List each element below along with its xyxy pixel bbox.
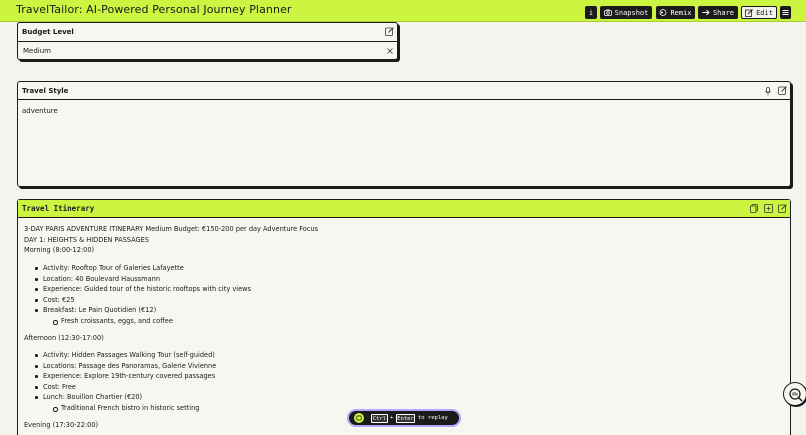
edit-icon[interactable] bbox=[778, 204, 787, 213]
list-item: Cost: Free bbox=[35, 383, 76, 391]
remix-label: Remix bbox=[670, 8, 692, 17]
itinerary-panel: Travel Itinerary 3-DAY PARIS ADVENTURE I… bbox=[17, 199, 791, 435]
list-item: Cost: €25 bbox=[35, 296, 75, 304]
list-item: Breakfast: Le Pain Quotidien (€12) bbox=[34, 306, 157, 314]
clear-icon[interactable] bbox=[387, 48, 393, 54]
share-button[interactable]: Share bbox=[698, 6, 738, 19]
edit-icon bbox=[745, 8, 753, 17]
menu-icon bbox=[782, 10, 789, 15]
edit-icon[interactable] bbox=[778, 86, 787, 95]
itinerary-header: Travel Itinerary bbox=[18, 200, 790, 218]
afternoon-label: Afternoon (12:30-17:00) bbox=[24, 334, 104, 342]
evening-label: Evening (17:30-22:00) bbox=[24, 421, 99, 429]
search-fab-icon bbox=[789, 388, 803, 402]
camera-icon bbox=[603, 9, 612, 16]
snapshot-button[interactable]: Snapshot bbox=[600, 6, 652, 19]
list-item: Experience: Guided tour of the historic … bbox=[35, 285, 251, 293]
share-arrow-icon bbox=[702, 9, 710, 16]
budget-panel: Budget Level Medium bbox=[17, 22, 398, 60]
sub-list-item: Traditional French bistro in historic se… bbox=[52, 404, 200, 412]
info-label: i bbox=[588, 8, 594, 17]
budget-header: Budget Level bbox=[18, 23, 397, 42]
list-item: Activity: Rooftop Tour of Galeries Lafay… bbox=[35, 264, 184, 272]
list-item: Location: 40 Boulevard Haussmann bbox=[34, 275, 161, 283]
travel-style-header: Travel Style bbox=[18, 82, 790, 100]
enter-key: Enter bbox=[396, 414, 415, 423]
itinerary-heading: 3-DAY PARIS ADVENTURE ITINERARY Medium B… bbox=[24, 225, 319, 233]
plus-sign: + bbox=[390, 415, 394, 421]
remix-icon bbox=[660, 9, 667, 16]
travel-style-title: Travel Style bbox=[22, 86, 69, 95]
replay-icon[interactable] bbox=[354, 413, 364, 423]
edit-icon[interactable] bbox=[385, 27, 394, 36]
sub-list-item: Fresh croissants, eggs, and coffee bbox=[53, 317, 173, 325]
travel-style-panel: Travel Style adventure bbox=[17, 81, 791, 187]
remix-button[interactable]: Remix bbox=[656, 6, 695, 19]
menu-button[interactable] bbox=[780, 6, 791, 19]
ctrl-key: Ctrl bbox=[371, 414, 388, 423]
info-button[interactable]: i bbox=[585, 6, 597, 19]
top-bar: TravelTailor: AI-Powered Personal Journe… bbox=[0, 0, 806, 22]
itinerary-title: Travel Itinerary bbox=[22, 204, 95, 213]
share-label: Share bbox=[712, 8, 735, 17]
budget-title: Budget Level bbox=[22, 28, 74, 36]
budget-value[interactable]: Medium bbox=[23, 47, 51, 55]
day-heading: DAY 1: HEIGHTS & HIDDEN PASSAGES bbox=[24, 236, 149, 244]
snapshot-label: Snapshot bbox=[614, 8, 649, 17]
travel-style-value[interactable]: adventure bbox=[22, 107, 58, 115]
morning-label: Morning (8:00-12:00) bbox=[24, 246, 95, 254]
list-item: Experience: Explore 19th-century covered… bbox=[34, 372, 216, 380]
list-item: Activity: Hidden Passages Walking Tour (… bbox=[35, 351, 215, 359]
edit-label: Edit bbox=[756, 8, 773, 17]
replay-hint[interactable]: Ctrl + Enter to replay bbox=[347, 409, 461, 427]
list-item: Lunch: Bouillon Chartier (€20) bbox=[34, 393, 143, 401]
app-title: TravelTailor: AI-Powered Personal Journe… bbox=[16, 3, 292, 16]
replay-text: to replay bbox=[418, 415, 448, 421]
list-item: Locations: Passage des Panoramas, Galeri… bbox=[34, 362, 217, 370]
edit-button[interactable]: Edit bbox=[741, 6, 777, 19]
expand-icon[interactable] bbox=[764, 204, 773, 213]
copy-icon[interactable] bbox=[750, 204, 758, 213]
mic-icon[interactable] bbox=[765, 87, 771, 96]
search-fab-button[interactable] bbox=[783, 382, 806, 406]
